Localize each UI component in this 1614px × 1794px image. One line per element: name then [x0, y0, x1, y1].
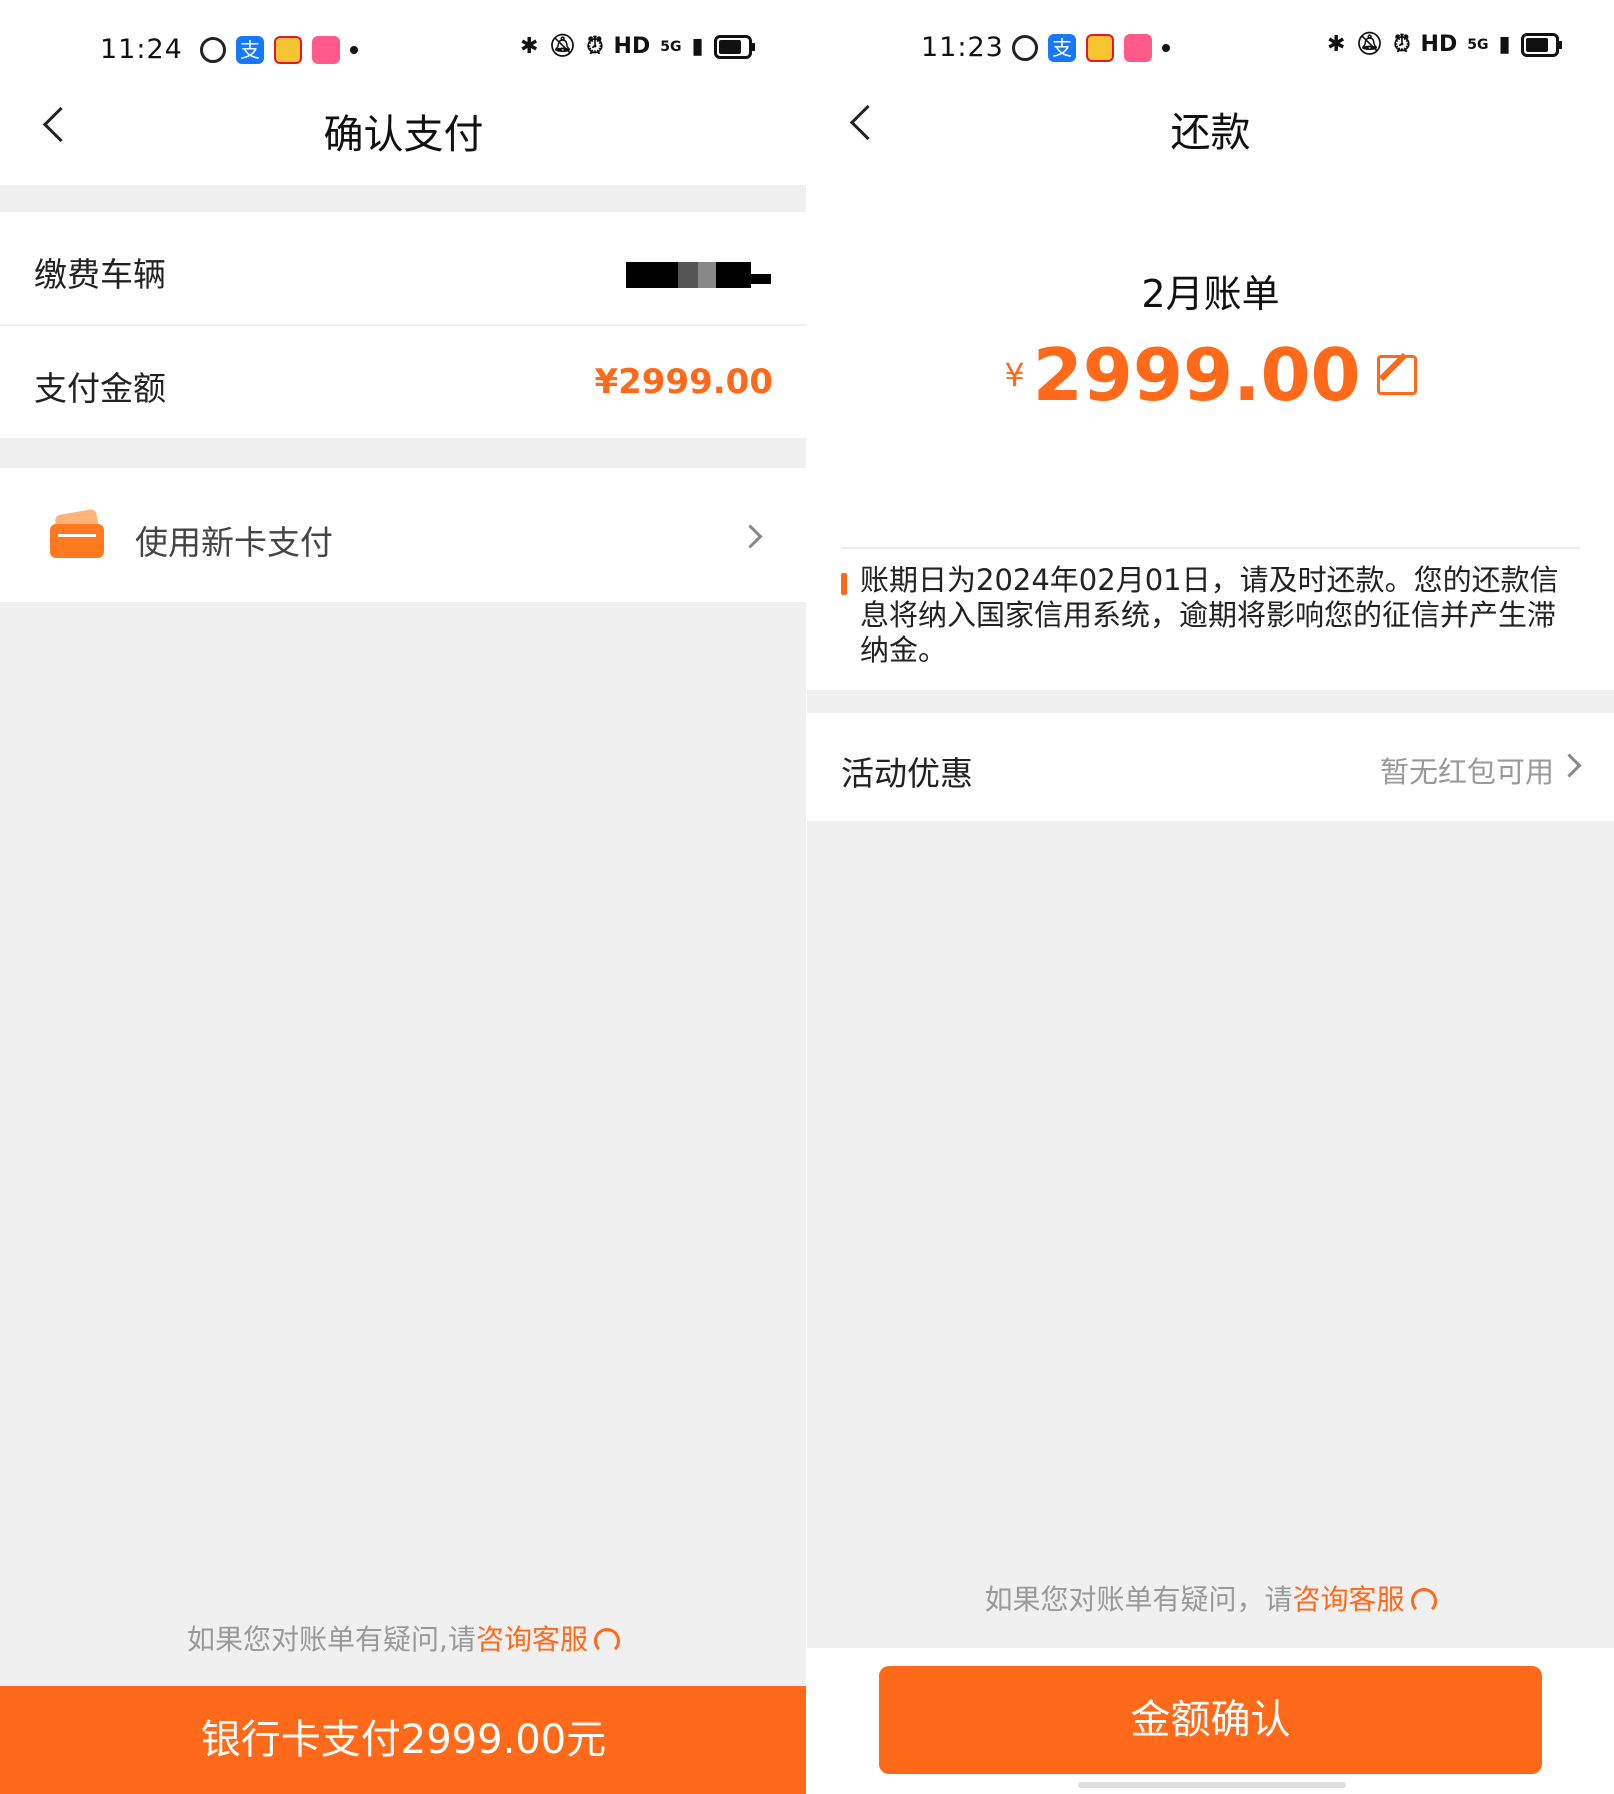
- bill-card: 2月账单 ¥2999.00 账期日为2024年02月01日，请及时还款。您的还款…: [807, 185, 1614, 690]
- network-type: 5G: [1467, 36, 1489, 53]
- notification-icons: 支: [200, 36, 358, 64]
- bank-card-pay-button[interactable]: 银行卡支付2999.00元: [0, 1686, 807, 1794]
- help-text: 如果您对账单有疑问,请咨询客服: [0, 1618, 807, 1658]
- home-indicator[interactable]: [1078, 1782, 1346, 1788]
- status-time: 11:23: [921, 32, 1004, 63]
- alarm-icon: ⏰︎: [1393, 32, 1411, 57]
- amount-row: 支付金额 ¥2999.00: [0, 326, 807, 438]
- new-card-label: 使用新卡支付: [135, 523, 333, 562]
- page-title: 确认支付: [323, 112, 484, 158]
- redacted-plate: [626, 262, 771, 288]
- signal-icon: ▮: [1498, 32, 1511, 57]
- bill-amount-value: 2999.00: [1032, 333, 1361, 417]
- new-card-row[interactable]: 使用新卡支付: [0, 468, 807, 602]
- netease-music-icon: [200, 37, 226, 63]
- bottom-action-bar: 金额确认: [807, 1648, 1614, 1794]
- promotion-label: 活动优惠: [841, 754, 973, 793]
- bilibili-icon: [312, 36, 340, 64]
- notification-icons: 支: [1012, 34, 1170, 62]
- currency-symbol: ¥: [1004, 356, 1025, 394]
- battery-icon: [713, 34, 755, 59]
- confirm-amount-button[interactable]: 金额确认: [879, 1666, 1542, 1774]
- hd-indicator: HD: [1420, 32, 1458, 57]
- left-screen: 11:24 支 ✱ 🔕︎ ⏰︎ HD 5G ▮ 确认支付 缴费车辆 支付金额 ¥…: [0, 0, 807, 1794]
- bluetooth-icon: ✱: [1327, 32, 1346, 57]
- promotion-value: 暂无红包可用: [1379, 755, 1554, 789]
- promotion-row[interactable]: 活动优惠 暂无红包可用: [807, 713, 1614, 821]
- vehicle-label: 缴费车辆: [34, 255, 166, 294]
- divider: [841, 547, 1580, 549]
- system-icons: ✱ 🔕︎ ⏰︎ HD 5G ▮: [1327, 32, 1562, 57]
- vehicle-row: 缴费车辆: [0, 212, 807, 324]
- headset-icon[interactable]: [593, 1628, 620, 1654]
- amount-value: ¥2999.00: [594, 362, 773, 402]
- system-icons: ✱ 🔕︎ ⏰︎ HD 5G ▮: [520, 34, 755, 59]
- network-type: 5G: [660, 38, 682, 55]
- notice-accent-bar: [841, 573, 847, 595]
- alipay-icon: 支: [1048, 34, 1076, 62]
- weibo-icon: [1086, 34, 1114, 62]
- alarm-icon: ⏰︎: [586, 34, 604, 59]
- mute-icon: 🔕︎: [1355, 32, 1384, 57]
- nav-header: 确认支付: [0, 80, 807, 185]
- right-screen: 11:23 支 ✱ 🔕︎ ⏰︎ HD 5G ▮ 还款 2月账单 ¥2999.00…: [807, 0, 1614, 1794]
- hd-indicator: HD: [613, 34, 651, 59]
- mute-icon: 🔕︎: [548, 34, 577, 59]
- more-notifications-dot: [350, 46, 358, 54]
- bilibili-icon: [1124, 34, 1152, 62]
- more-notifications-dot: [1162, 44, 1170, 52]
- customer-service-link[interactable]: 咨询客服: [476, 1623, 588, 1656]
- headset-icon[interactable]: [1410, 1588, 1437, 1614]
- repayment-notice: 账期日为2024年02月01日，请及时还款。您的还款信息将纳入国家信用系统，逾期…: [860, 563, 1559, 667]
- nav-header: 还款: [807, 80, 1614, 185]
- chevron-right-icon: [738, 524, 763, 549]
- help-prefix: 如果您对账单有疑问，请: [984, 1583, 1293, 1616]
- weibo-icon: [274, 36, 302, 64]
- status-time: 11:24: [100, 34, 183, 65]
- help-text: 如果您对账单有疑问，请咨询客服: [807, 1578, 1614, 1618]
- page-title: 还款: [1170, 110, 1251, 156]
- alipay-icon: 支: [236, 36, 264, 64]
- battery-icon: [1520, 32, 1562, 57]
- bluetooth-icon: ✱: [520, 34, 539, 59]
- customer-service-link[interactable]: 咨询客服: [1293, 1583, 1405, 1616]
- netease-music-icon: [1012, 35, 1038, 61]
- signal-icon: ▮: [691, 34, 704, 59]
- bill-title: 2月账单: [1141, 272, 1280, 316]
- bill-amount: ¥2999.00: [807, 333, 1614, 417]
- edit-icon[interactable]: [1376, 355, 1417, 395]
- help-prefix: 如果您对账单有疑问,请: [187, 1623, 476, 1656]
- chevron-right-icon: [1557, 753, 1582, 778]
- card-icon: [50, 508, 104, 558]
- amount-label: 支付金额: [34, 369, 166, 408]
